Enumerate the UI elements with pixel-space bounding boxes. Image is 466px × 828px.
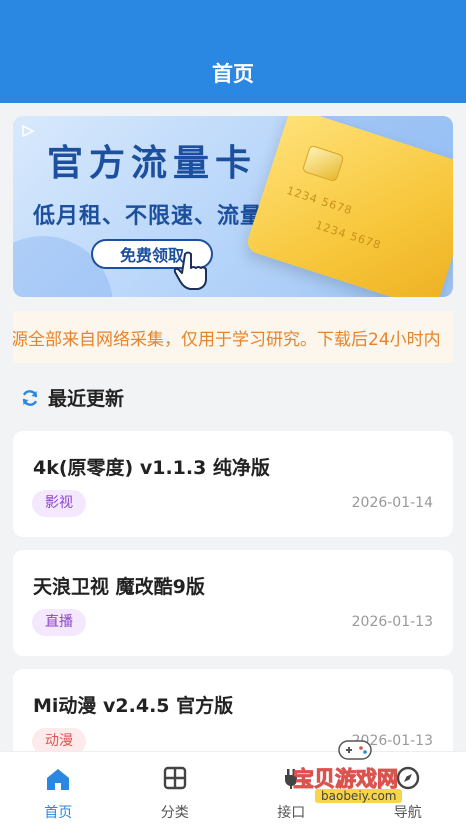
watermark-url: baobeiy.com [315,789,403,803]
item-title: 天浪卫视 魔改酷9版 [33,576,205,598]
item-title: Mi动漫 v2.4.5 官方版 [33,695,234,717]
item-date: 2026-01-13 [351,614,433,630]
section-title: 最近更新 [48,388,125,410]
notice-text: 源全部来自网络采集，仅用于学习研究。下载后24小时内 [13,330,441,350]
section-header: 最近更新 [20,384,124,411]
tab-label: 分类 [160,805,189,821]
app-header: 首页 [0,0,466,103]
pointer-hand-icon [173,251,207,290]
card-number: 1234 5678 [285,183,355,218]
list-item[interactable]: 天浪卫视 魔改酷9版 直播 2026-01-13 [13,550,453,656]
category-tag: 影视 [32,490,86,517]
category-tag: 直播 [32,609,86,636]
banner-subtitle: 低月租、不限速、流量多 [33,204,287,229]
refresh-icon[interactable] [20,388,40,408]
tab-label: 首页 [44,805,73,821]
banner-title: 官方流量卡 [47,143,258,184]
chip-icon [301,144,345,183]
site-watermark: 宝贝游戏网 baobeiy.com [285,735,435,810]
page-title: 首页 [212,62,254,86]
tab-home[interactable]: 首页 [0,752,117,828]
home-icon [47,769,70,790]
list-item[interactable]: 4k(原零度) v1.1.3 纯净版 影视 2026-01-14 [13,431,453,537]
item-title: 4k(原零度) v1.1.3 纯净版 [33,457,270,479]
gamepad-icon [338,740,372,760]
card-number: 1234 5678 [313,218,383,253]
item-date: 2026-01-14 [351,495,433,511]
triangle-decoration-icon [22,124,35,138]
grid-icon [163,766,186,790]
promo-banner[interactable]: 官方流量卡 低月租、不限速、流量多 免费领取 1234 5678 1234 56… [13,116,453,297]
tab-category[interactable]: 分类 [117,752,234,828]
notice-marquee: 源全部来自网络采集，仅用于学习研究。下载后24小时内 [13,311,453,363]
